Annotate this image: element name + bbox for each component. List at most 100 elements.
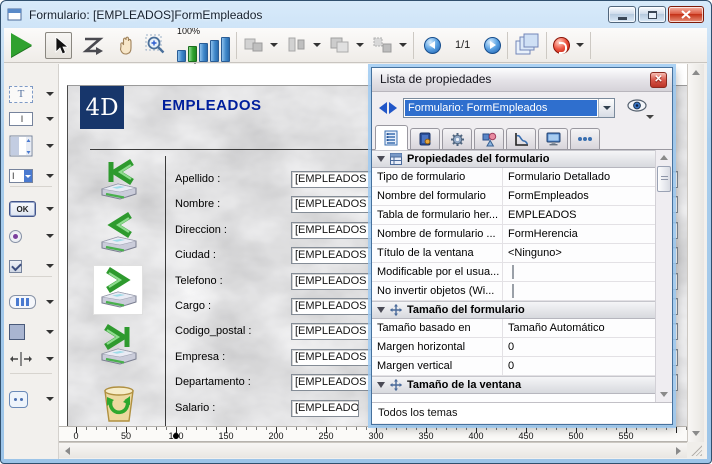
radio-tool-dropdown-icon[interactable] [46, 234, 54, 238]
property-row[interactable]: Margen horizontal0 [372, 338, 655, 357]
tab-objects[interactable] [474, 128, 504, 149]
database-tool-button[interactable] [553, 37, 584, 54]
view-options-button[interactable] [627, 99, 647, 117]
tab-display[interactable] [538, 128, 568, 149]
tab-events[interactable] [506, 128, 536, 149]
combobox-tool-dropdown-icon[interactable] [46, 174, 54, 178]
checkbox-unchecked[interactable] [512, 284, 514, 298]
plugin-tool[interactable] [7, 386, 56, 412]
button-tool-dropdown-icon[interactable] [46, 207, 54, 211]
property-row[interactable]: Tipo de formularioFormulario Detallado [372, 168, 655, 187]
rectangle-tool-dropdown-icon[interactable] [46, 330, 54, 334]
collapse-icon[interactable] [377, 307, 385, 313]
layer-tool-button[interactable] [329, 36, 364, 54]
manage-pages-button[interactable] [514, 33, 540, 57]
minimize-button[interactable] [608, 6, 636, 23]
button-tool[interactable]: OK [7, 196, 56, 222]
next-page-button[interactable] [484, 37, 501, 54]
align-tool-button[interactable] [243, 36, 278, 54]
maximize-button[interactable] [638, 6, 666, 23]
property-row[interactable]: Tabla de formulario her...EMPLEADOS [372, 206, 655, 225]
splitter-tool[interactable] [7, 346, 56, 372]
panel-titlebar[interactable]: Lista de propiedades [372, 68, 672, 92]
property-row[interactable]: Título de la ventana<Ninguno> [372, 244, 655, 263]
execute-form-button[interactable] [11, 33, 32, 57]
zoom-100-bar[interactable] [188, 46, 197, 62]
property-row[interactable]: No invertir objetos (Wi... [372, 282, 655, 301]
object-selector-combo[interactable]: Formulario: FormEmpleados [403, 98, 615, 118]
panel-footer[interactable]: Todos los temas [372, 402, 672, 423]
plugin-tool-dropdown-icon[interactable] [46, 397, 54, 401]
tab-more[interactable] [570, 128, 600, 149]
property-value[interactable]: FormEmpleados [503, 187, 655, 205]
combo-dropdown-button[interactable] [598, 99, 614, 117]
radio-tool[interactable] [7, 223, 56, 249]
checkbox-tool-dropdown-icon[interactable] [46, 264, 54, 268]
property-value[interactable]: FormHerencia [503, 225, 655, 243]
hand-tool-button[interactable] [114, 34, 136, 56]
property-value[interactable]: Formulario Detallado [503, 168, 655, 186]
tab-property-list[interactable] [375, 125, 408, 150]
text-tool[interactable]: T [7, 81, 56, 107]
panel-scrollbar[interactable] [655, 150, 672, 402]
scroll-down-button[interactable] [688, 426, 703, 440]
tab-gear[interactable] [442, 128, 472, 149]
group-tool-button[interactable] [372, 36, 407, 54]
property-value[interactable]: 0 [503, 357, 655, 375]
property-row[interactable]: Nombre del formularioFormEmpleados [372, 187, 655, 206]
collapse-icon[interactable] [377, 156, 385, 162]
input-tool[interactable]: I [7, 106, 56, 132]
scroll-up-button[interactable] [688, 65, 703, 79]
salario-field[interactable]: [EMPLEADOS [291, 400, 359, 417]
splitter-tool-dropdown-icon[interactable] [46, 357, 54, 361]
group-dropdown-icon[interactable] [399, 43, 407, 47]
property-row[interactable]: Margen vertical0 [372, 357, 655, 376]
property-value[interactable]: EMPLEADOS [503, 206, 655, 224]
scroll-right-button[interactable] [671, 444, 686, 458]
tab-book[interactable] [410, 128, 440, 149]
database-dropdown-icon[interactable] [576, 43, 584, 47]
layer-dropdown-icon[interactable] [356, 43, 364, 47]
rectangle-tool[interactable] [7, 319, 56, 345]
checkbox-unchecked[interactable] [512, 265, 514, 279]
panel-scroll-up-button[interactable] [657, 151, 671, 164]
horizontal-scrollbar[interactable] [59, 442, 687, 458]
listbox-tool[interactable] [7, 133, 56, 159]
previous-object-button[interactable] [379, 102, 387, 114]
collapse-icon[interactable] [377, 382, 385, 388]
close-button[interactable] [668, 6, 704, 23]
vertical-scrollbar[interactable] [687, 64, 704, 442]
zoom-200-bar[interactable] [199, 43, 208, 62]
property-row[interactable]: Tamaño basado enTamaño Automático [372, 319, 655, 338]
zoom-tool-button[interactable] [145, 34, 167, 56]
input-tool-dropdown-icon[interactable] [46, 117, 54, 121]
listbox-tool-dropdown-icon[interactable] [46, 144, 54, 148]
panel-scroll-thumb[interactable] [657, 166, 671, 192]
section-header[interactable]: Tamaño de la ventana [372, 376, 655, 394]
previous-record-button[interactable] [94, 211, 142, 259]
zoom-level-bars[interactable]: 100% [177, 36, 230, 62]
property-row[interactable]: Modificable por el usua... [372, 263, 655, 282]
scroll-left-button[interactable] [60, 444, 75, 458]
entry-order-tool-button[interactable] [81, 35, 105, 55]
next-record-button[interactable] [94, 266, 142, 314]
panel-close-button[interactable]: ✕ [650, 72, 667, 88]
section-header[interactable]: Tamaño del formulario [372, 301, 655, 319]
titlebar[interactable]: Formulario: [EMPLEADOS]FormEmpleados [7, 5, 593, 25]
text-tool-dropdown-icon[interactable] [46, 92, 54, 96]
buttonbar-tool[interactable] [7, 289, 56, 315]
zoom-50-bar[interactable] [177, 50, 186, 62]
resize-grip[interactable] [691, 445, 702, 456]
align-dropdown-icon[interactable] [270, 43, 278, 47]
delete-record-button[interactable] [94, 379, 142, 426]
section-header[interactable]: Propiedades del formulario [372, 150, 655, 168]
distribute-tool-button[interactable] [286, 36, 321, 54]
buttonbar-tool-dropdown-icon[interactable] [46, 300, 54, 304]
last-record-button[interactable] [94, 323, 142, 371]
property-value[interactable]: <Ninguno> [503, 244, 655, 262]
next-object-button[interactable] [389, 102, 397, 114]
previous-page-button[interactable] [424, 37, 441, 54]
zoom-400-bar[interactable] [210, 40, 219, 62]
panel-scroll-down-button[interactable] [657, 388, 671, 401]
eye-dropdown-icon[interactable] [646, 115, 654, 119]
